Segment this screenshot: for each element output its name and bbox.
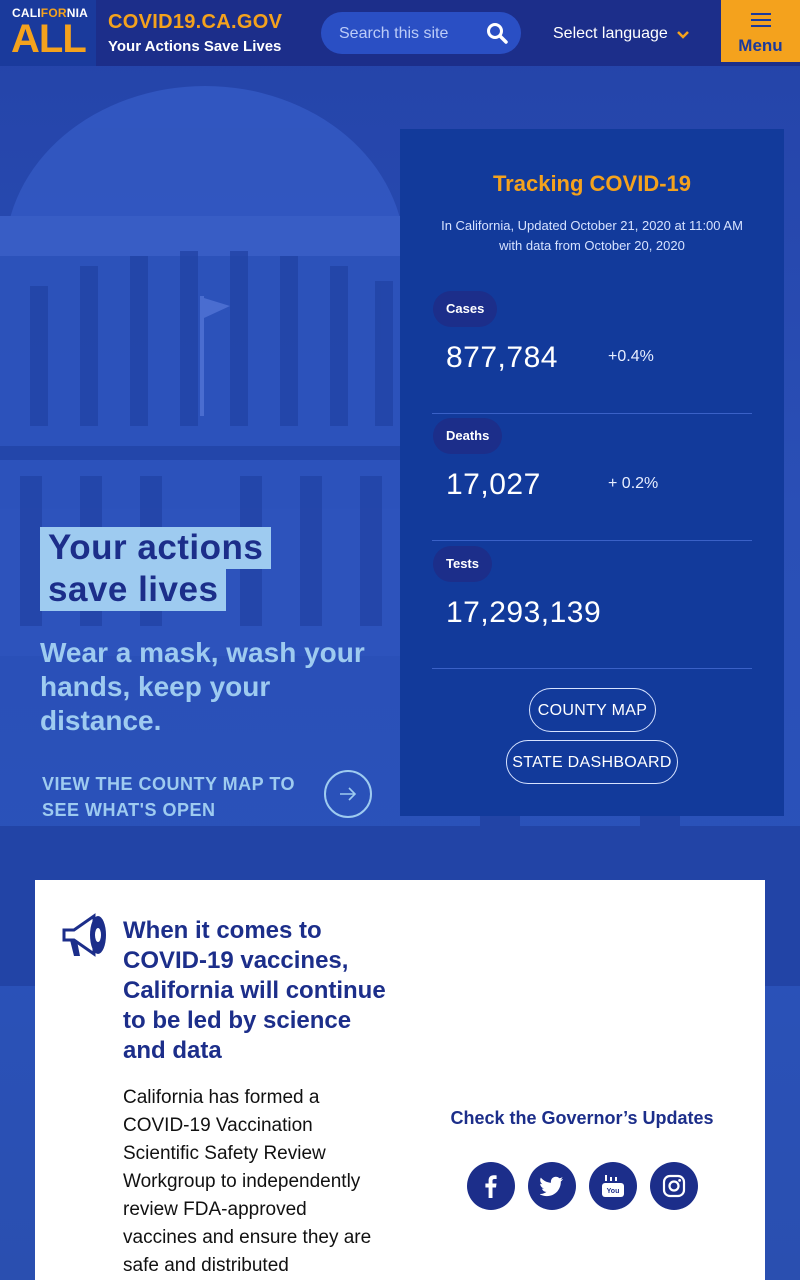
- stat-value: 17,027: [446, 468, 541, 501]
- stat-tests: Tests 17,293,139: [432, 546, 752, 669]
- twitter-icon: [540, 1176, 563, 1197]
- governor-updates-heading: Check the Governor’s Updates: [450, 1108, 714, 1128]
- stat-deaths: Deaths 17,027 + 0.2%: [432, 418, 752, 541]
- logo-all: ALL: [11, 17, 87, 61]
- stat-value: 17,293,139: [446, 596, 602, 629]
- menu-button[interactable]: Menu: [721, 0, 800, 62]
- county-map-arrow-button[interactable]: [324, 770, 372, 818]
- stat-label: Tests: [433, 546, 492, 582]
- tracking-card: Tracking COVID-19 In California, Updated…: [400, 129, 784, 816]
- instagram-button[interactable]: [650, 1162, 698, 1210]
- hamburger-icon: [751, 13, 771, 27]
- instagram-icon: [662, 1174, 686, 1198]
- stat-change: + 0.2%: [608, 475, 659, 492]
- stat-label: Deaths: [433, 418, 503, 454]
- language-select[interactable]: Select language: [553, 25, 668, 43]
- svg-text:You: You: [607, 1188, 620, 1195]
- vaccine-panel: When it comes to COVID-19 vaccines, Cali…: [35, 880, 765, 1280]
- hero-title-line1: Your actions: [40, 527, 272, 569]
- county-map-link[interactable]: VIEW THE COUNTY MAP TO SEE WHAT'S OPEN: [42, 771, 312, 823]
- stat-label: Cases: [433, 291, 498, 327]
- search-box: [321, 12, 521, 54]
- stat-cases: Cases 877,784 +0.4%: [432, 291, 752, 414]
- facebook-button[interactable]: [467, 1162, 515, 1210]
- twitter-button[interactable]: [528, 1162, 576, 1210]
- site-header: CALIFORNIA ALL COVID19.CA.GOV Your Actio…: [0, 0, 800, 66]
- hero-title: Your actions save lives: [40, 527, 272, 611]
- county-map-button[interactable]: COUNTY MAP: [529, 688, 656, 732]
- tracking-updated: In California, Updated October 21, 2020 …: [441, 218, 743, 253]
- search-input[interactable]: [337, 22, 481, 46]
- megaphone-icon: [62, 913, 106, 957]
- site-tagline: Your Actions Save Lives: [108, 38, 282, 55]
- state-dashboard-button[interactable]: STATE DASHBOARD: [506, 740, 678, 784]
- vaccine-body: California has formed a COVID-19 Vaccina…: [123, 1087, 372, 1276]
- stat-change: +0.4%: [608, 348, 654, 365]
- menu-label: Menu: [738, 36, 783, 55]
- stat-value: 877,784: [446, 341, 558, 374]
- hero-subtitle: Wear a mask, wash your hands, keep your …: [40, 637, 365, 736]
- facebook-icon: [485, 1175, 497, 1198]
- chevron-down-icon[interactable]: [676, 28, 690, 42]
- hero-title-line2: save lives: [40, 569, 227, 611]
- youtube-button[interactable]: You: [589, 1162, 637, 1210]
- arrow-right-icon: [340, 787, 357, 801]
- vaccine-heading: When it comes to COVID-19 vaccines, Cali…: [123, 917, 386, 1064]
- california-for-all-logo[interactable]: CALIFORNIA ALL: [0, 0, 96, 66]
- search-icon[interactable]: [485, 21, 509, 45]
- tracking-title: Tracking COVID-19: [492, 171, 692, 196]
- site-name[interactable]: COVID19.CA.GOV: [108, 11, 282, 34]
- youtube-icon: You: [602, 1175, 624, 1197]
